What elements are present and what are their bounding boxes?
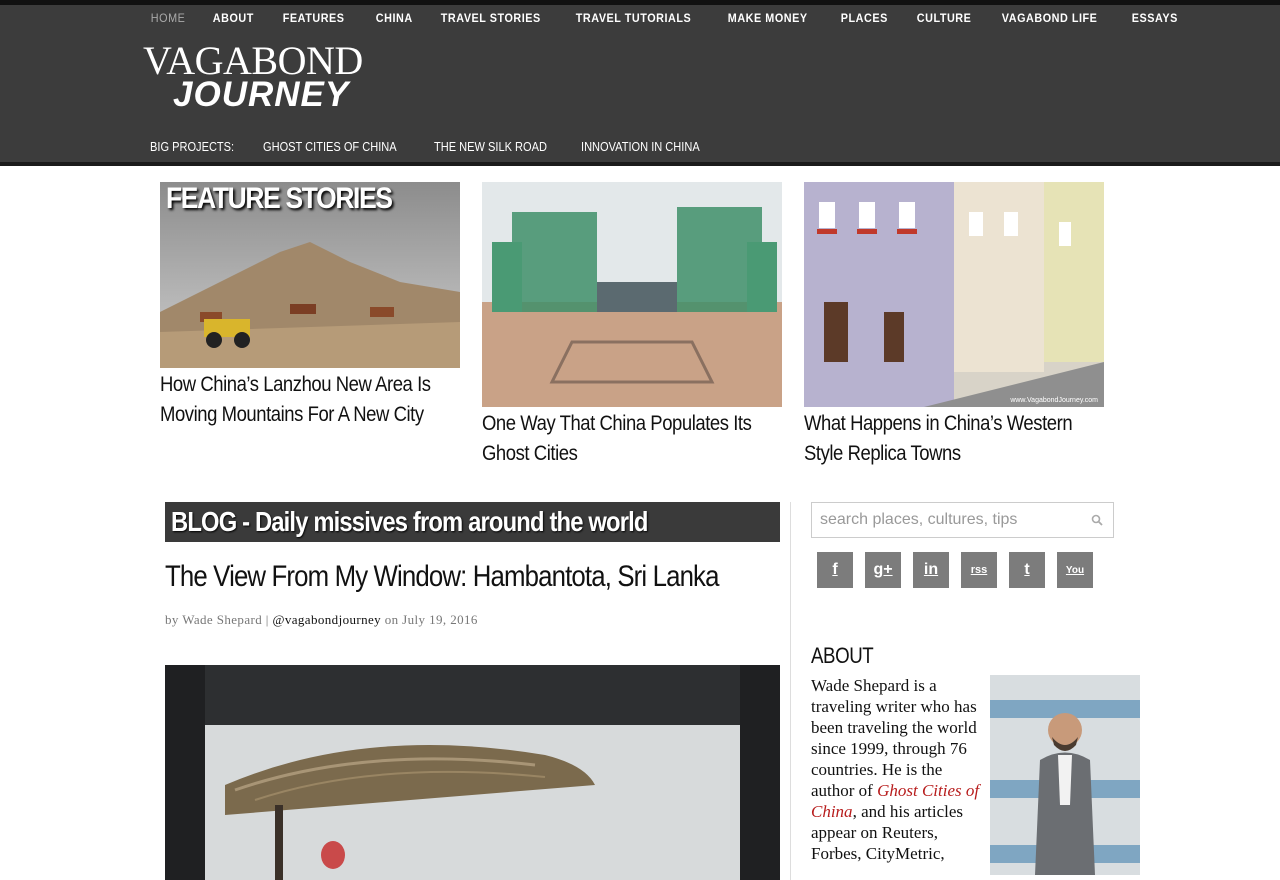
feature-story-2[interactable]: One Way That China Populates Its Ghost C…	[482, 182, 782, 469]
logo-line-1: VAGABOND	[143, 38, 363, 83]
about-heading: ABOUT	[811, 643, 874, 668]
image-watermark: www.VagabondJourney.com	[1010, 397, 1098, 404]
google-plus-icon[interactable]: g+	[865, 552, 901, 588]
about-text: Wade Shepard is a traveling writer who h…	[811, 675, 983, 864]
nav-essays[interactable]: ESSAYS	[1121, 9, 1189, 27]
post-image[interactable]	[165, 665, 780, 880]
feature-image-ghost-city[interactable]	[482, 182, 782, 407]
big-projects-nav: BIG PROJECTS: GHOST CITIES OF CHINA THE …	[150, 139, 735, 154]
nav-china[interactable]: CHINA	[365, 9, 424, 27]
feature-image-replica-town[interactable]: www.VagabondJourney.com	[804, 182, 1104, 407]
blog-heading: BLOG - Daily missives from around the wo…	[171, 506, 648, 537]
top-nav: HOME ABOUT FEATURES CHINA TRAVEL STORIES…	[140, 9, 1196, 27]
site-logo[interactable]: VAGABOND JOURNEY	[143, 38, 363, 114]
nav-home[interactable]: HOME	[140, 9, 196, 27]
feature-story-1[interactable]: FEATURE STORIES How China’s Lanzhou New …	[160, 182, 460, 430]
feature-stories-label: FEATURE STORIES	[166, 182, 393, 215]
project-ghost-cities[interactable]: GHOST CITIES OF CHINA	[263, 139, 397, 154]
nav-features[interactable]: FEATURES	[272, 9, 355, 27]
rss-icon[interactable]: rss	[961, 552, 997, 588]
twitter-icon[interactable]: t	[1009, 552, 1045, 588]
logo-line-2: JOURNEY	[173, 75, 350, 114]
feature-story-3[interactable]: www.VagabondJourney.com What Happens in …	[804, 182, 1104, 469]
facebook-icon[interactable]: f	[817, 552, 853, 588]
site-header: HOME ABOUT FEATURES CHINA TRAVEL STORIES…	[0, 0, 1280, 166]
project-new-silk-road[interactable]: THE NEW SILK ROAD	[434, 139, 547, 154]
social-links: f g+ in rss t You	[817, 552, 1105, 588]
author-photo[interactable]	[990, 675, 1140, 875]
nav-vagabond-life[interactable]: VAGABOND LIFE	[991, 9, 1108, 27]
youtube-icon[interactable]: You	[1057, 552, 1093, 588]
nav-travel-tutorials[interactable]: TRAVEL TUTORIALS	[565, 9, 702, 27]
project-innovation-china[interactable]: INNOVATION IN CHINA	[581, 139, 700, 154]
post-title[interactable]: The View From My Window: Hambantota, Sri…	[165, 560, 719, 594]
search-icon[interactable]	[1091, 513, 1103, 526]
feature-title-3[interactable]: What Happens in China’s Western Style Re…	[804, 409, 1103, 469]
nav-about[interactable]: ABOUT	[202, 9, 265, 27]
feature-title-2[interactable]: One Way That China Populates Its Ghost C…	[482, 409, 781, 469]
search-input[interactable]	[820, 510, 1080, 530]
byline-date: on July 19, 2016	[384, 612, 478, 627]
blog-heading-bar: BLOG - Daily missives from around the wo…	[165, 502, 780, 542]
nav-culture[interactable]: CULTURE	[906, 9, 982, 27]
nav-places[interactable]: PLACES	[830, 9, 899, 27]
big-projects-label: BIG PROJECTS:	[150, 139, 235, 154]
nav-make-money[interactable]: MAKE MONEY	[717, 9, 818, 27]
twitter-handle-link[interactable]: @vagabondjourney	[272, 612, 381, 627]
nav-travel-stories[interactable]: TRAVEL STORIES	[430, 9, 552, 27]
post-byline: by Wade Shepard | @vagabondjourney on Ju…	[165, 612, 478, 628]
search-box	[811, 502, 1114, 538]
byline-author: by Wade Shepard |	[165, 612, 269, 627]
linkedin-icon[interactable]: in	[913, 552, 949, 588]
column-divider	[790, 502, 791, 880]
feature-image-lanzhou[interactable]: FEATURE STORIES	[160, 182, 460, 368]
feature-title-1[interactable]: How China’s Lanzhou New Area Is Moving M…	[160, 370, 459, 430]
